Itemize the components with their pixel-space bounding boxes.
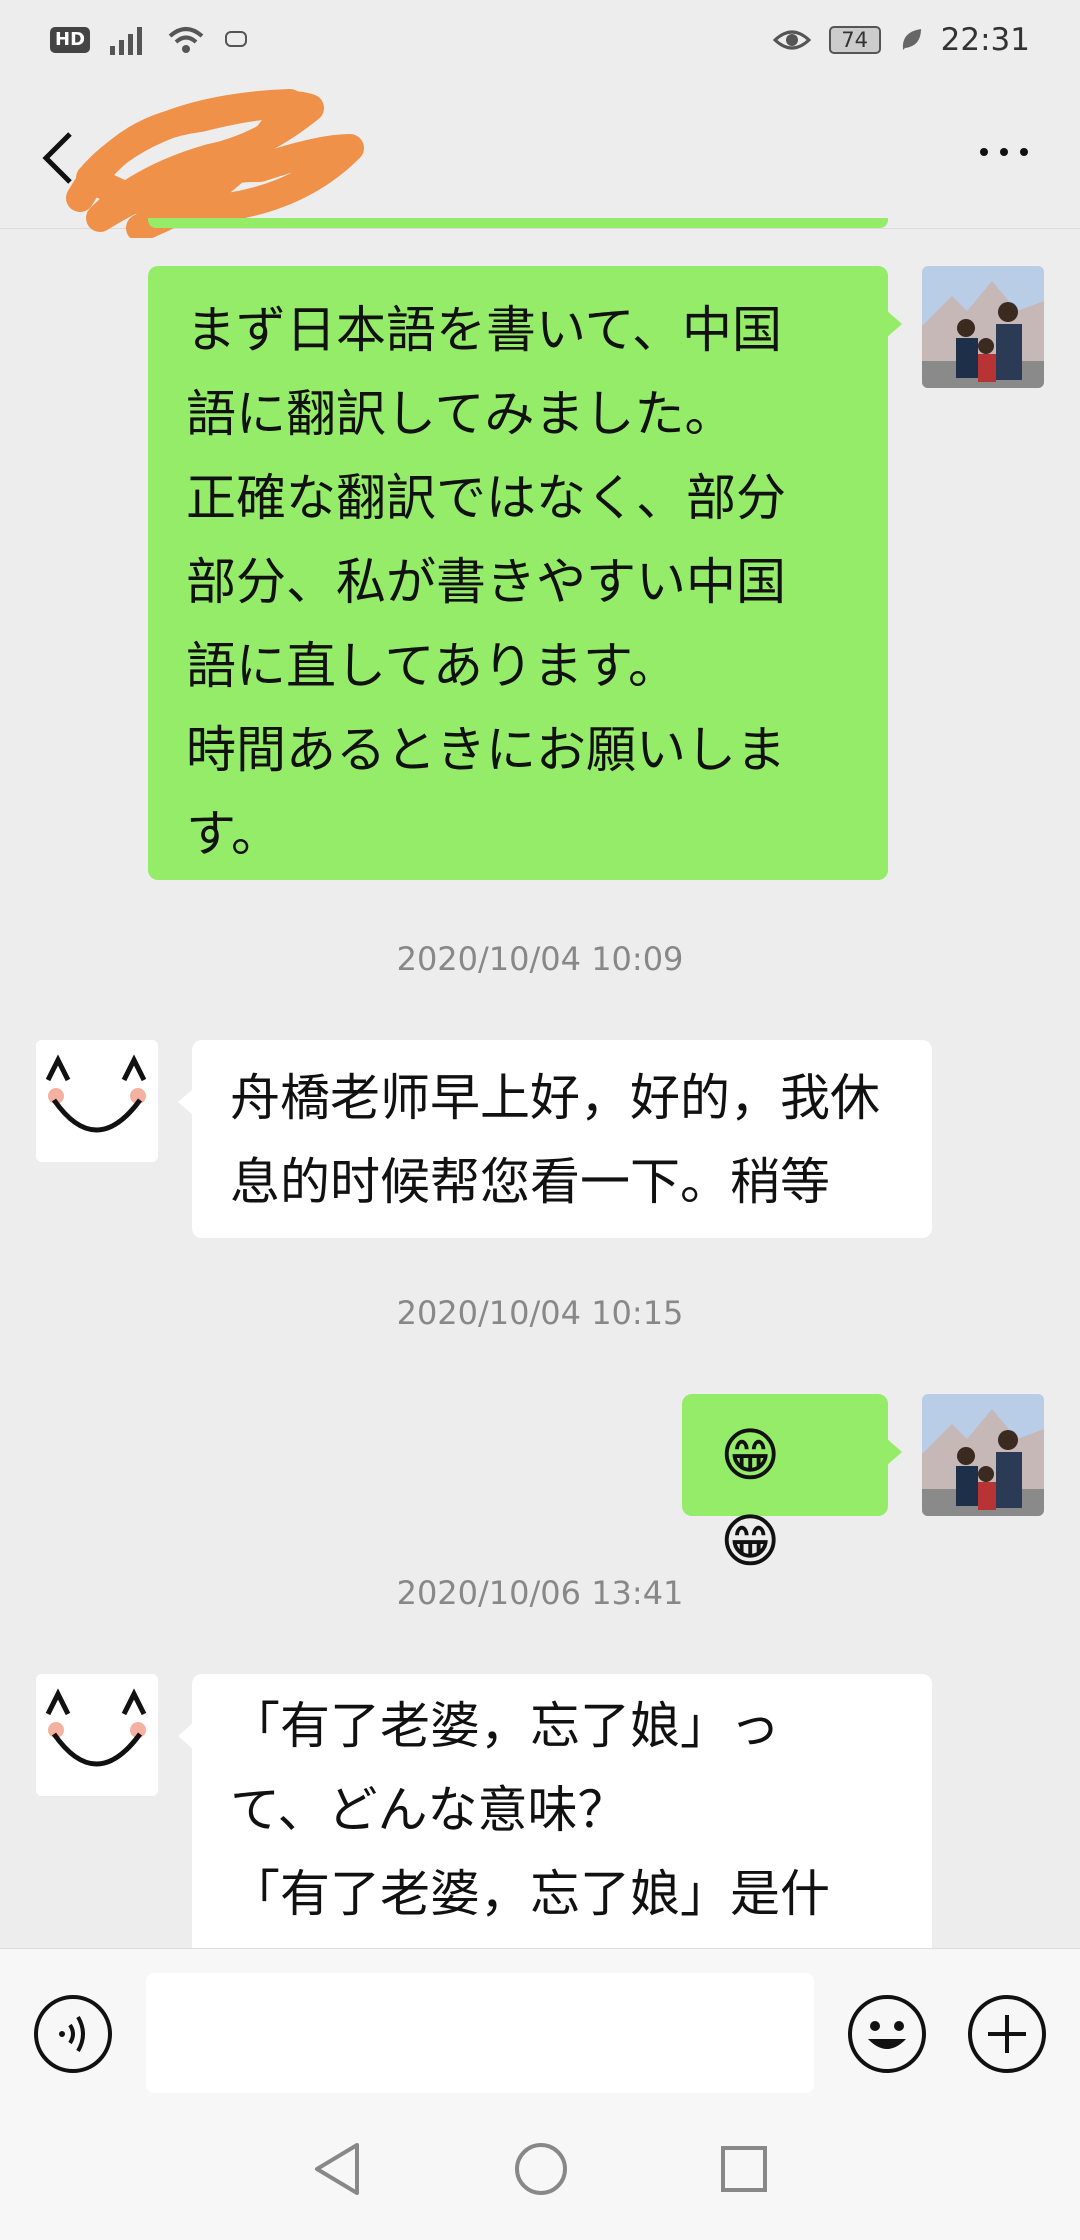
chat-messages[interactable]: まず日本語を書いて、中国 語に翻訳してみました。 正確な翻訳ではなく、部分 部分… (0, 228, 1080, 1948)
plus-icon[interactable] (966, 1993, 1048, 2075)
system-nav-bar (0, 2098, 1080, 2240)
chat-header (0, 80, 1080, 238)
contact-avatar[interactable] (36, 1674, 158, 1796)
nav-home-icon[interactable] (513, 2141, 569, 2197)
hd-badge: HD (50, 27, 91, 53)
message-timestamp: 2020/10/04 10:15 (396, 1294, 684, 1332)
nav-recents-icon[interactable] (719, 2144, 769, 2194)
eye-comfort-icon (772, 30, 811, 50)
voice-input-icon[interactable] (32, 1993, 114, 2075)
message-bubble[interactable]: まず日本語を書いて、中国 語に翻訳してみました。 正確な翻訳ではなく、部分 部分… (148, 266, 902, 880)
message-bubble[interactable]: 「有了老婆，忘了娘」っ て、どんな意味？ 「有了老婆，忘了娘」是什 (178, 1674, 932, 1948)
more-dots-icon[interactable] (980, 148, 1028, 156)
my-avatar[interactable] (922, 266, 1044, 388)
contact-avatar[interactable] (36, 1040, 158, 1162)
message-notification-icon (225, 31, 248, 47)
message-timestamp: 2020/10/06 13:41 (396, 1574, 684, 1612)
status-right: 74 22:31 (772, 22, 1030, 58)
status-left: HD (50, 24, 248, 56)
input-bar (0, 1948, 1080, 2099)
status-time: 22:31 (940, 22, 1030, 58)
signal-icon (110, 27, 143, 55)
message-input[interactable] (146, 1973, 814, 2093)
nav-back-icon[interactable] (311, 2141, 363, 2197)
message-bubble[interactable]: 舟橋老师早上好，好的，我休 息的时候帮您看一下。稍等 (178, 1040, 932, 1238)
power-saving-leaf-icon (902, 29, 921, 50)
wifi-icon (168, 27, 204, 53)
status-bar: HD 74 22:31 (0, 0, 1080, 80)
emoji-icon[interactable] (846, 1993, 928, 2075)
message-bubble[interactable]: 😁😁 (682, 1394, 902, 1575)
my-avatar[interactable] (922, 1394, 1044, 1516)
previous-message-bubble-edge (148, 218, 888, 228)
battery-indicator: 74 (828, 26, 881, 54)
redaction-scribble (66, 89, 364, 238)
message-timestamp: 2020/10/04 10:09 (396, 940, 684, 978)
